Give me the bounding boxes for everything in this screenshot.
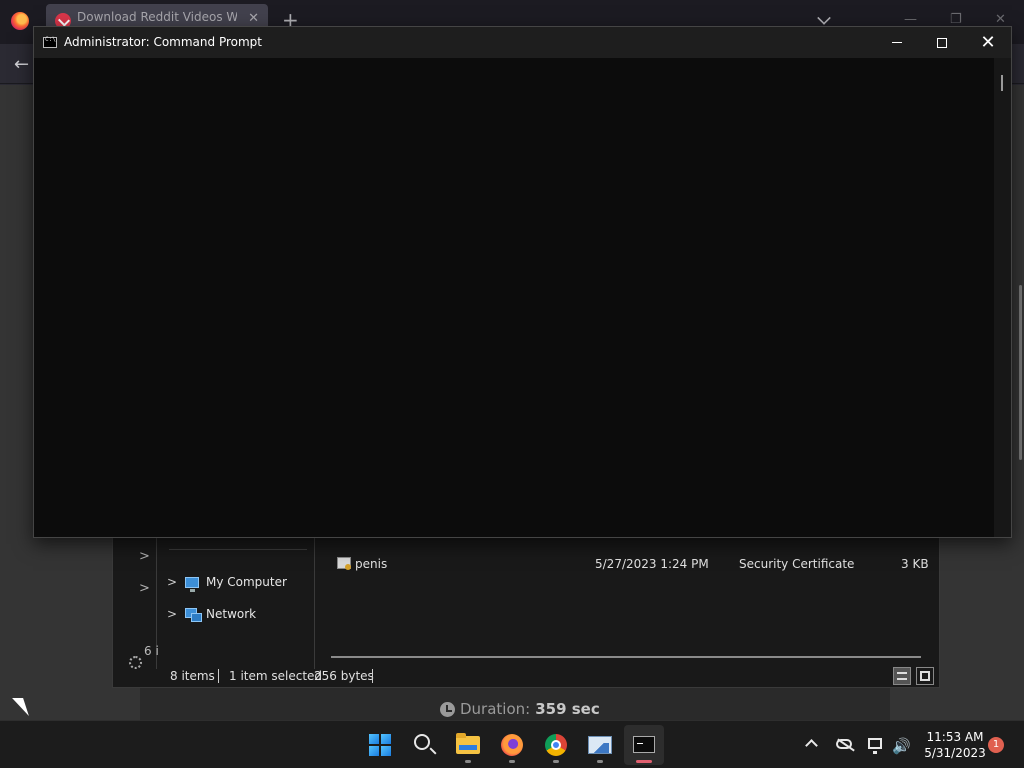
selected-size: 256 bytes bbox=[314, 669, 374, 683]
gear-icon[interactable] bbox=[129, 656, 142, 669]
details-view-button[interactable] bbox=[893, 667, 911, 685]
nav-item-label: Network bbox=[206, 607, 257, 621]
cloud-off-icon[interactable] bbox=[836, 739, 852, 749]
chrome-icon bbox=[545, 734, 567, 756]
file-type: Security Certificate bbox=[739, 557, 855, 571]
running-indicator bbox=[509, 760, 515, 763]
running-indicator bbox=[465, 760, 471, 763]
cmd-window-title: Administrator: Command Prompt bbox=[64, 35, 262, 49]
duration-display: Duration: 359 sec bbox=[440, 700, 600, 718]
status-separator bbox=[218, 669, 219, 683]
minimize-icon bbox=[892, 42, 902, 43]
command-prompt-window[interactable]: Administrator: Command Prompt ✕ bbox=[33, 26, 1012, 538]
horizontal-scrollbar[interactable] bbox=[331, 656, 921, 658]
nav-divider bbox=[169, 549, 307, 550]
windows-logo-icon bbox=[369, 734, 391, 756]
start-button[interactable] bbox=[360, 725, 400, 765]
clock-time: 11:53 AM bbox=[926, 730, 984, 744]
certificate-icon bbox=[337, 557, 351, 570]
maximize-icon bbox=[937, 37, 947, 48]
file-row[interactable]: penis 5/27/2023 1:24 PM Security Certifi… bbox=[333, 553, 929, 575]
search-icon bbox=[414, 734, 430, 750]
nav-item-my-computer[interactable]: > My Computer bbox=[167, 571, 287, 593]
duration-value: 359 sec bbox=[535, 700, 600, 718]
minimize-button[interactable] bbox=[874, 27, 920, 58]
back-arrow-icon[interactable]: ← bbox=[14, 54, 29, 75]
browser-restore-icon[interactable]: ❐ bbox=[950, 12, 962, 27]
file-name: penis bbox=[355, 557, 388, 571]
file-date: 5/27/2023 1:24 PM bbox=[595, 557, 709, 571]
firefox-icon bbox=[501, 734, 523, 756]
clock-date: 5/31/2023 bbox=[924, 746, 986, 760]
volume-icon[interactable]: 🔊 bbox=[892, 737, 911, 755]
terminal-icon bbox=[633, 736, 655, 753]
monitor-icon bbox=[185, 576, 199, 592]
taskbar-firefox[interactable] bbox=[492, 725, 532, 765]
nav-item-network[interactable]: > Network bbox=[167, 603, 256, 625]
chevron-up-icon[interactable] bbox=[805, 739, 818, 752]
items-count: 8 items bbox=[170, 669, 215, 683]
folder-icon bbox=[456, 733, 480, 754]
taskbar: 🔊 11:53 AM 5/31/2023 1 bbox=[0, 720, 1024, 768]
photo-icon bbox=[588, 736, 612, 754]
browser-minimize-icon[interactable]: — bbox=[904, 12, 917, 27]
taskbar-photos[interactable] bbox=[580, 725, 620, 765]
page-scrollbar[interactable] bbox=[1019, 285, 1022, 460]
cmd-icon bbox=[43, 36, 57, 48]
maximize-button[interactable] bbox=[919, 27, 965, 58]
chevron-right-icon[interactable]: > bbox=[139, 549, 150, 564]
console-scrollbar[interactable] bbox=[994, 58, 1011, 537]
notification-badge[interactable]: 1 bbox=[988, 737, 1004, 753]
status-bar: 8 items 1 item selected 256 bytes bbox=[157, 664, 939, 688]
selected-count: 1 item selected bbox=[229, 669, 323, 683]
clock-icon bbox=[440, 701, 455, 717]
taskbar-chrome[interactable] bbox=[536, 725, 576, 765]
browser-close-icon[interactable]: ✕ bbox=[995, 12, 1006, 27]
status-separator bbox=[372, 669, 373, 683]
duration-label: Duration: bbox=[460, 700, 531, 718]
partial-status-text: 6 i bbox=[144, 644, 159, 658]
console-output[interactable] bbox=[34, 58, 994, 537]
browser-tab-title: Download Reddit Videos With bbox=[77, 10, 237, 24]
chevron-right-icon[interactable]: > bbox=[167, 575, 185, 589]
scrollbar-thumb[interactable] bbox=[1001, 75, 1003, 91]
active-indicator bbox=[636, 760, 652, 763]
close-icon: ✕ bbox=[980, 31, 996, 53]
chevron-right-icon[interactable]: > bbox=[167, 607, 185, 621]
file-size: 3 KB bbox=[901, 557, 929, 571]
firefox-icon[interactable] bbox=[11, 12, 29, 30]
system-clock[interactable]: 11:53 AM 5/31/2023 bbox=[914, 729, 996, 761]
running-indicator bbox=[553, 760, 559, 763]
tab-close-icon[interactable]: ✕ bbox=[248, 11, 259, 26]
nav-item-label: My Computer bbox=[206, 575, 287, 589]
running-indicator bbox=[597, 760, 603, 763]
cmd-title-bar[interactable]: Administrator: Command Prompt ✕ bbox=[34, 27, 1011, 58]
network-icon[interactable] bbox=[868, 738, 882, 754]
tiles-view-button[interactable] bbox=[916, 667, 934, 685]
tab-list-chevron-icon[interactable] bbox=[817, 11, 831, 25]
taskbar-terminal[interactable] bbox=[624, 725, 664, 765]
tiles-view-icon bbox=[920, 671, 930, 681]
network-icon bbox=[185, 608, 202, 622]
chevron-right-icon[interactable]: > bbox=[139, 581, 150, 596]
details-view-icon bbox=[897, 672, 907, 680]
close-button[interactable]: ✕ bbox=[965, 27, 1011, 58]
taskbar-file-explorer[interactable] bbox=[448, 725, 488, 765]
search-button[interactable] bbox=[404, 725, 444, 765]
